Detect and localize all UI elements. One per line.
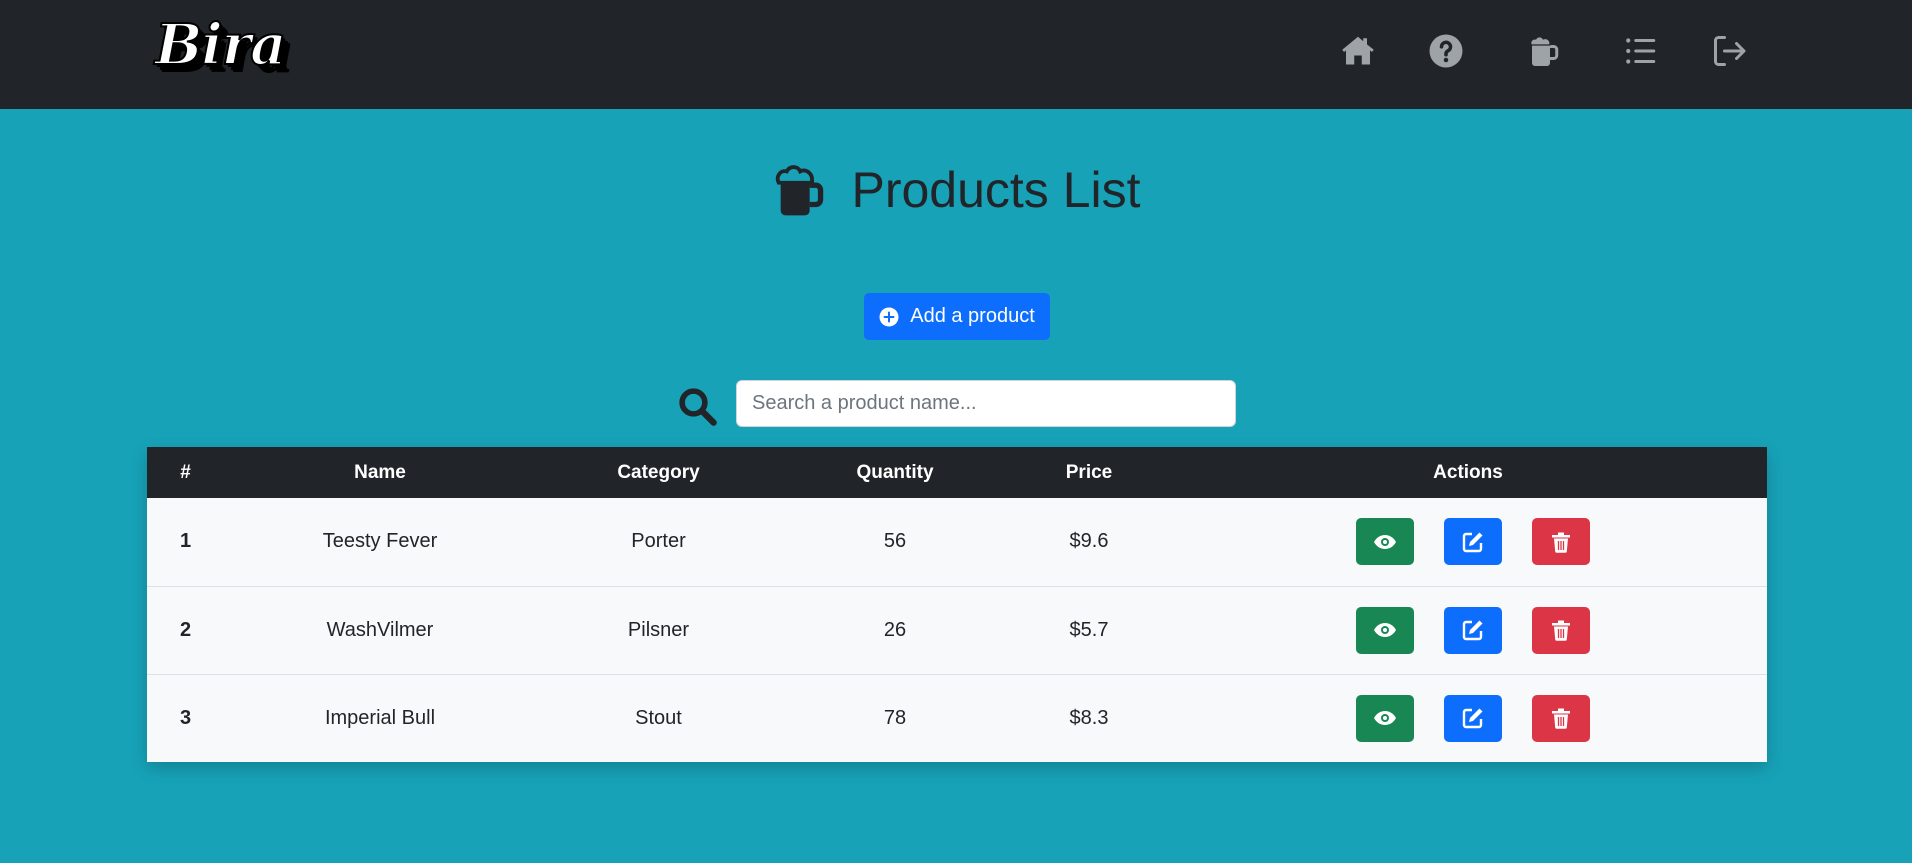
logout-icon[interactable] — [1709, 31, 1749, 71]
beer-mug-icon — [776, 165, 824, 216]
edit-icon — [1462, 532, 1483, 552]
column-header-price[interactable]: Price — [1009, 447, 1169, 498]
trash-icon — [1552, 532, 1570, 553]
search-input[interactable] — [736, 380, 1236, 427]
row-index: 3 — [179, 706, 192, 729]
edit-button[interactable] — [1444, 518, 1502, 566]
brand-logo-text: Bira — [154, 11, 287, 79]
view-button[interactable] — [1356, 694, 1414, 742]
table-header-row: # Name Category Quantity Price Actions — [147, 447, 1767, 498]
eye-icon — [1374, 534, 1396, 549]
column-header-quantity[interactable]: Quantity — [781, 447, 1009, 498]
plus-circle-icon — [879, 307, 899, 326]
table-row: 2 WashVilmer Pilsner 26 $5.7 — [147, 586, 1767, 674]
page-title: Products List — [0, 155, 1912, 225]
delete-button[interactable] — [1532, 606, 1590, 654]
table-row: 3 Imperial Bull Stout 78 $8.3 — [147, 674, 1767, 762]
column-header-category[interactable]: Category — [536, 447, 781, 498]
products-table: # Name Category Quantity Price Actions 1… — [147, 447, 1767, 762]
view-button[interactable] — [1356, 606, 1414, 654]
row-name: Imperial Bull — [324, 706, 436, 729]
row-index: 1 — [179, 530, 192, 553]
add-product-button[interactable]: Add a product — [864, 293, 1050, 340]
trash-icon — [1552, 620, 1570, 641]
edit-icon — [1462, 620, 1483, 641]
delete-button[interactable] — [1532, 518, 1590, 566]
add-product-label: Add a product — [910, 305, 1035, 327]
edit-button[interactable] — [1444, 606, 1502, 654]
trash-icon — [1552, 708, 1570, 730]
row-price: $8.3 — [1069, 706, 1109, 729]
eye-icon — [1374, 711, 1396, 726]
row-category: Stout — [635, 706, 682, 729]
edit-icon — [1462, 708, 1483, 729]
row-category: Pilsner — [627, 618, 690, 641]
brand-logo[interactable]: Bira — [154, 11, 305, 92]
row-actions — [1169, 586, 1767, 674]
eye-icon — [1374, 623, 1396, 637]
list-icon[interactable] — [1621, 31, 1661, 71]
row-actions — [1169, 498, 1767, 586]
home-icon[interactable] — [1338, 31, 1378, 71]
column-header-name[interactable]: Name — [224, 447, 536, 498]
row-actions — [1169, 674, 1767, 762]
page-title-text: Products List — [851, 162, 1141, 218]
row-quantity: 26 — [883, 618, 907, 641]
row-price: $9.6 — [1069, 530, 1109, 553]
row-name: Teesty Fever — [322, 530, 438, 553]
view-button[interactable] — [1356, 518, 1414, 566]
row-quantity: 78 — [883, 706, 907, 729]
column-header-actions: Actions — [1433, 461, 1503, 483]
edit-button[interactable] — [1444, 694, 1502, 742]
row-name: WashVilmer — [326, 618, 434, 641]
column-header-index: # — [180, 461, 191, 483]
row-quantity: 56 — [883, 530, 907, 553]
row-price: $5.7 — [1069, 618, 1109, 641]
table-row: 1 Teesty Fever Porter 56 $9.6 — [147, 498, 1767, 586]
delete-button[interactable] — [1532, 694, 1590, 742]
row-index: 2 — [179, 618, 192, 641]
navbar: Bira — [0, 0, 1912, 109]
question-circle-icon[interactable] — [1426, 31, 1466, 71]
row-category: Porter — [631, 530, 686, 553]
beer-mug-icon[interactable] — [1524, 31, 1564, 71]
search-icon — [676, 385, 718, 427]
